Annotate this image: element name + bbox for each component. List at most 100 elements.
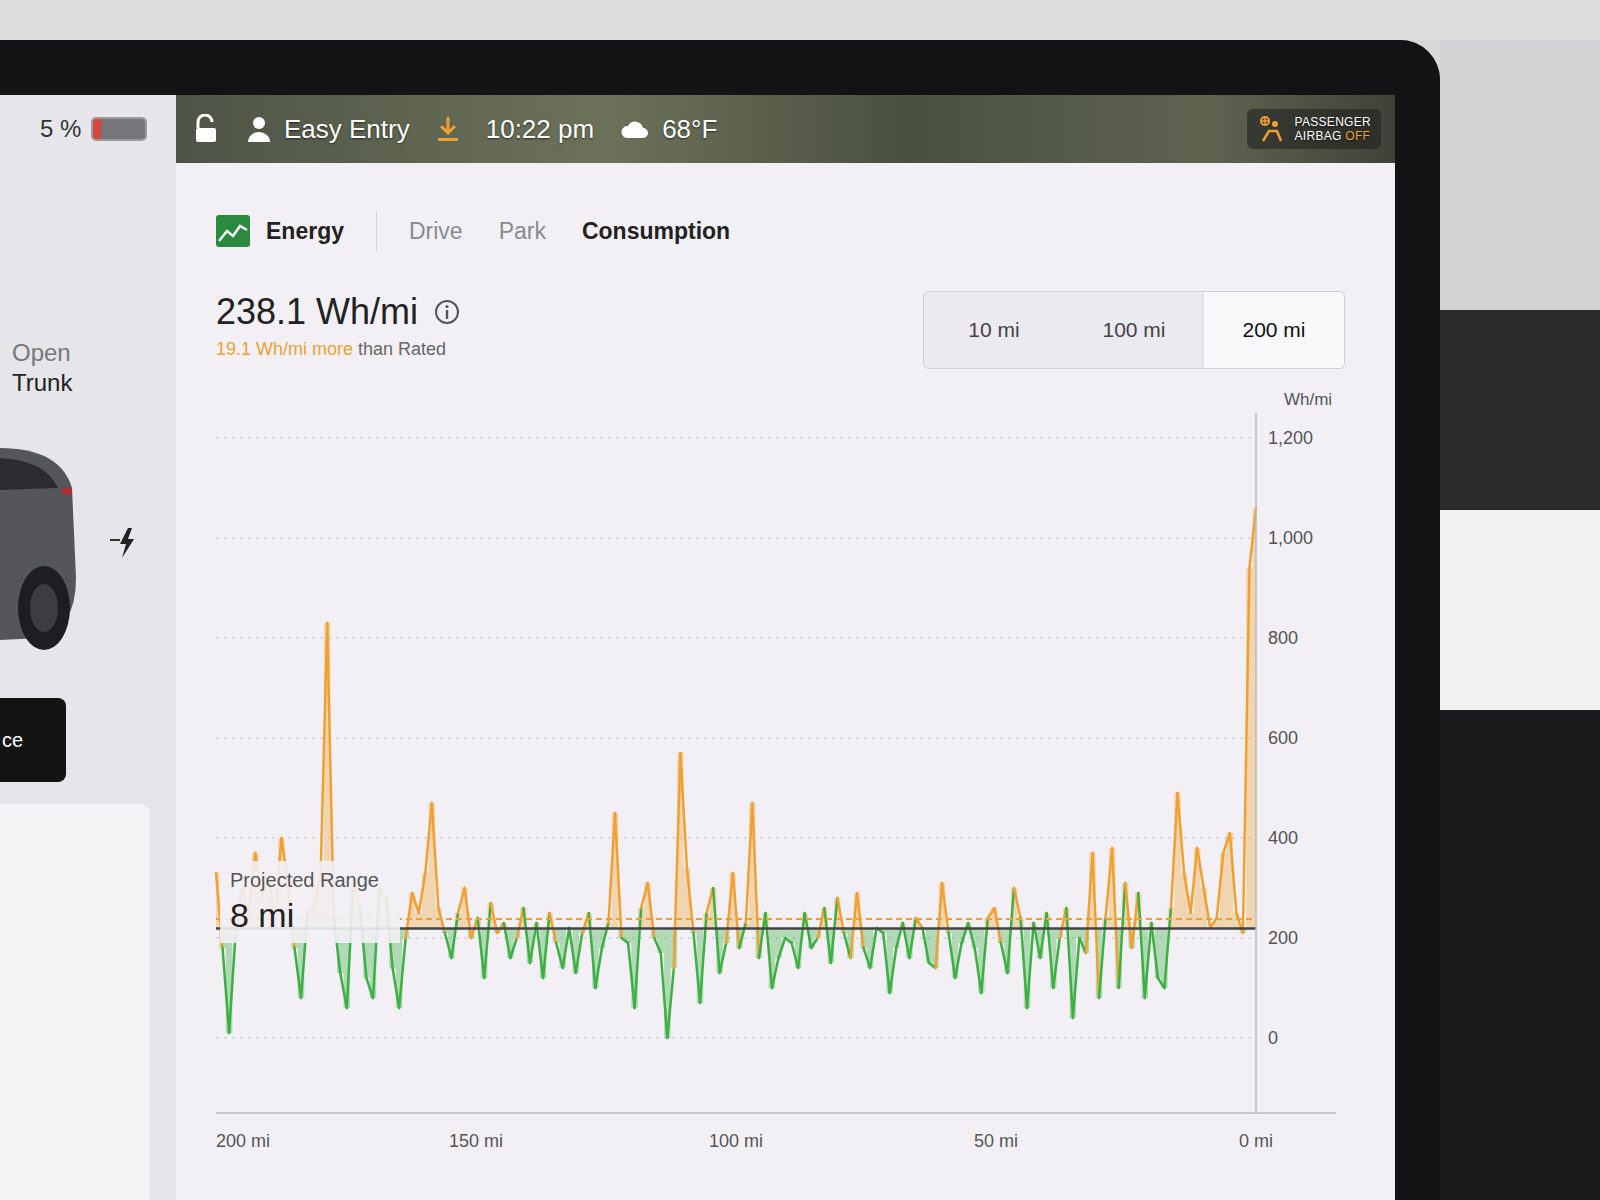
charging-bolt-icon	[110, 526, 138, 560]
driver-profile[interactable]: Easy Entry	[246, 114, 410, 145]
consumption-line	[223, 948, 230, 1033]
x-tick: 200 mi	[216, 1131, 270, 1151]
average-consumption: 238.1 Wh/mi	[216, 291, 418, 333]
clock: 10:22 pm	[486, 114, 594, 145]
y-tick: 1,200	[1268, 428, 1313, 448]
consumption-line	[321, 623, 328, 873]
consumption-line	[543, 913, 550, 978]
consumption-line	[517, 908, 524, 938]
consumption-line	[1171, 793, 1178, 908]
y-axis	[1255, 413, 1257, 1113]
consumption-line	[1184, 873, 1191, 913]
consumption-bar	[782, 929, 789, 939]
consumption-line	[654, 938, 661, 953]
range-option[interactable]: 10 mi	[924, 292, 1064, 368]
airbag-state: AIRBAG OFF	[1295, 129, 1372, 143]
consumption-line	[419, 873, 426, 913]
consumption-line	[1001, 943, 1008, 973]
y-tick: 200	[1268, 928, 1298, 948]
consumption-line	[399, 938, 406, 1008]
consumption-line	[432, 803, 439, 908]
energy-header: EnergyDriveParkConsumption	[216, 209, 1355, 253]
consumption-line	[1191, 848, 1198, 913]
consumption-line	[844, 933, 851, 958]
consumption-line	[602, 923, 609, 948]
consumption-line	[909, 918, 916, 958]
consumption-chart: Wh/mi1,2001,0008006004002000200 mi150 mi…	[216, 373, 1336, 1163]
range-selector: 10 mi100 mi200 mi	[923, 291, 1345, 369]
consumption-line	[693, 933, 700, 1003]
consumption-line	[1086, 853, 1093, 953]
tab[interactable]: Park	[499, 218, 546, 245]
ceiling	[0, 0, 1600, 40]
consumption-line	[1027, 923, 1034, 1008]
energy-app: EnergyDriveParkConsumption238.1 Wh/mi19.…	[176, 163, 1395, 1200]
consumption-line	[340, 973, 347, 1008]
download-icon[interactable]	[436, 115, 460, 143]
weather: 68°F	[620, 114, 717, 145]
info-icon[interactable]	[434, 299, 460, 325]
consumption-line	[628, 943, 635, 1008]
grid-line	[216, 1038, 1256, 1039]
grid-line	[216, 538, 1256, 539]
consumption-line	[955, 943, 962, 978]
consumption-line	[608, 813, 615, 923]
consumption-line	[667, 968, 674, 1038]
consumption-line	[942, 883, 949, 933]
consumption-line	[733, 873, 740, 948]
consumption-line	[752, 803, 759, 958]
consumption-line	[484, 903, 491, 978]
seat-tile[interactable]	[0, 804, 150, 1200]
tab[interactable]: Drive	[409, 218, 463, 245]
consumption-line	[818, 908, 825, 938]
consumption-line	[720, 943, 727, 973]
x-tick: 100 mi	[709, 1131, 763, 1151]
open-trunk-button[interactable]: OpenTrunk	[0, 338, 176, 398]
consumption-line	[425, 803, 432, 873]
battery-status: 5 %	[0, 95, 176, 163]
y-tick: 1,000	[1268, 528, 1313, 548]
consumption-line	[1197, 848, 1204, 888]
consumption-line	[1073, 938, 1080, 1018]
consumption-line	[1099, 918, 1106, 998]
consumption-line	[661, 953, 668, 1038]
range-option[interactable]: 200 mi	[1204, 292, 1344, 368]
consumption-line	[739, 923, 746, 948]
consumption-line	[1145, 923, 1152, 998]
person-icon	[246, 115, 272, 143]
consumption-line	[635, 908, 642, 1008]
touchscreen: 5 %Easy Entry10:22 pm68°FPASSENGERAIRBAG…	[0, 40, 1440, 1200]
consumption-line	[393, 968, 400, 1008]
consumption-line	[1092, 853, 1099, 998]
consumption-line	[994, 908, 1001, 943]
consumption-line	[294, 948, 301, 998]
consumption-line	[589, 913, 596, 988]
consumption-line	[1138, 893, 1145, 998]
status-bar: 5 %Easy Entry10:22 pm68°FPASSENGERAIRBAG…	[0, 95, 1395, 163]
y-axis-unit: Wh/mi	[1284, 390, 1332, 409]
consumption-line	[556, 943, 563, 968]
consumption-line	[949, 933, 956, 978]
consumption-summary: 238.1 Wh/mi19.1 Wh/mi more than Rated	[216, 291, 460, 360]
unlocked-lock-icon[interactable]	[192, 114, 220, 144]
consumption-line	[792, 943, 799, 968]
tab[interactable]: Consumption	[582, 218, 730, 245]
range-option[interactable]: 100 mi	[1064, 292, 1204, 368]
consumption-line	[412, 893, 419, 913]
consumption-line	[975, 948, 982, 993]
x-axis	[216, 1112, 1336, 1114]
projected-range: Projected Range8 mi	[220, 861, 400, 943]
panel-button[interactable]: ce	[0, 698, 66, 782]
consumption-line	[1066, 908, 1073, 1018]
consumption-line	[857, 893, 864, 948]
consumption-bar	[1187, 913, 1194, 929]
consumption-line	[1119, 883, 1126, 988]
airbag-icon	[1257, 115, 1287, 143]
car-icon	[0, 428, 80, 658]
consumption-line	[935, 883, 942, 968]
cloud-icon	[620, 118, 650, 140]
consumption-line	[1021, 918, 1028, 1008]
grid-line	[216, 838, 1256, 839]
battery-percent: 5 %	[40, 115, 81, 143]
car-panel: OpenTrunk ce	[0, 163, 176, 1200]
